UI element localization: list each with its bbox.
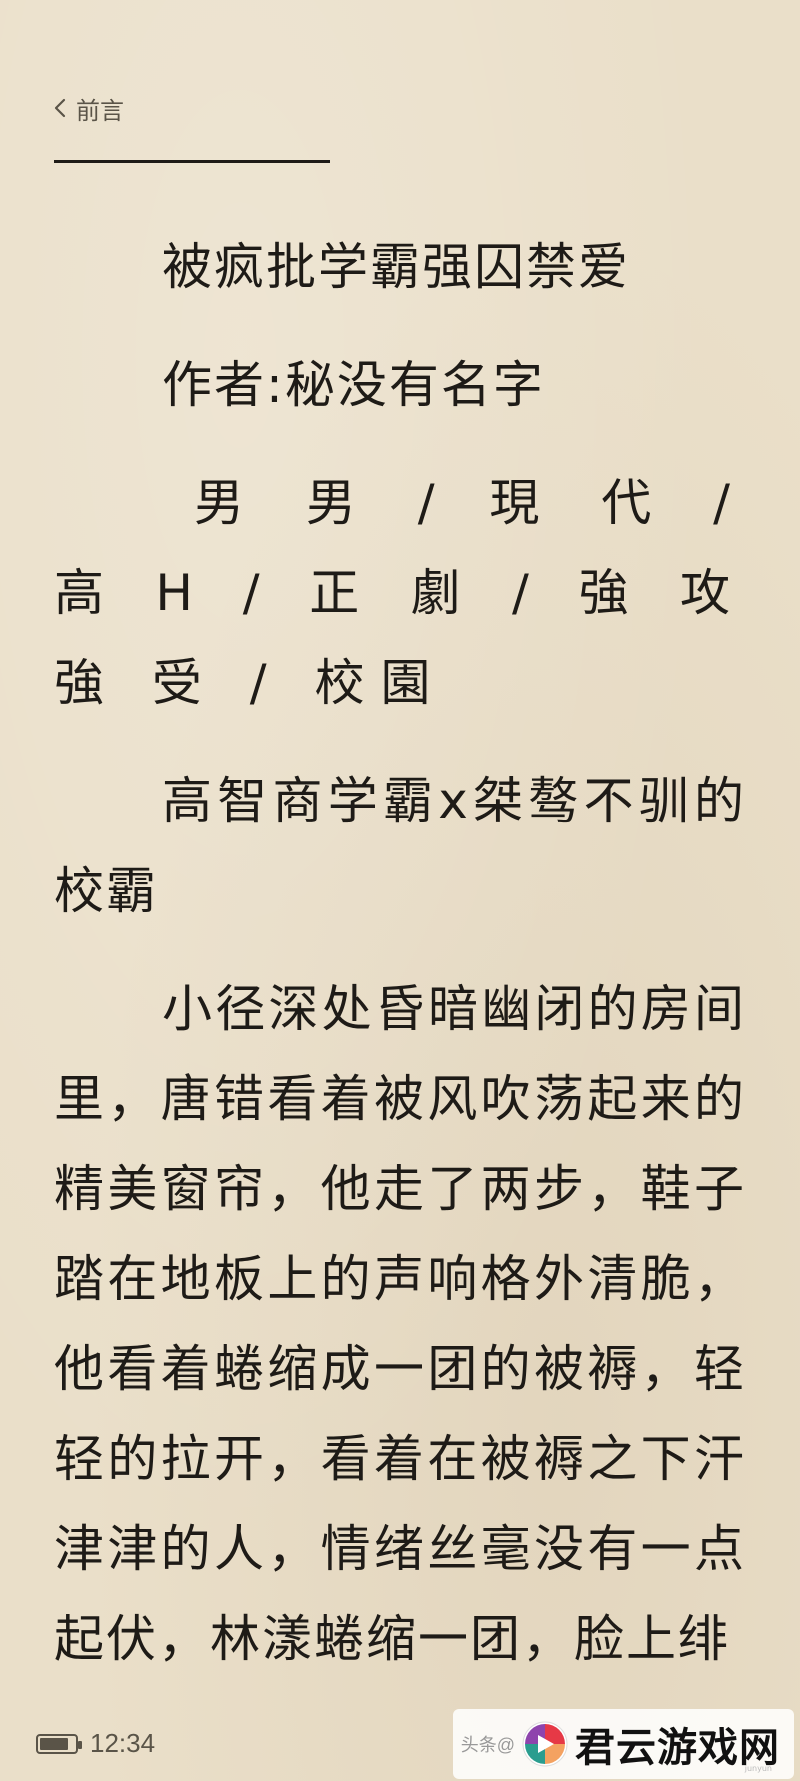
- book-tags: 男 男 / 現 代 / 高 H / 正 劇 / 強 攻 強 受 / 校園: [54, 474, 746, 712]
- watermark-prefix: 头条@: [460, 1735, 515, 1755]
- body-paragraph: 小径深处昏暗幽闭的房间里，唐错看着被风吹荡起来的精美窗帘，他走了两步，鞋子踏在地…: [54, 980, 746, 1668]
- book-summary: 高智商学霸x桀骜不驯的校霸: [54, 772, 746, 920]
- watermark: 头条@ 君云游戏网 junyun: [452, 1709, 794, 1779]
- brand-logo-icon: [522, 1721, 568, 1767]
- reading-content: 被疯批学霸强囚禁爱 作者:秘没有名字 男 男 / 現 代 / 高 H / 正 劇…: [54, 222, 746, 1684]
- battery-icon: [36, 1733, 82, 1754]
- watermark-sub: junyun: [744, 1764, 772, 1773]
- title-divider: [54, 160, 330, 163]
- back-button[interactable]: 前言: [50, 88, 124, 128]
- book-title: 被疯批学霸强囚禁爱: [162, 238, 630, 296]
- status-bar: 12:34: [36, 1728, 155, 1759]
- clock: 12:34: [90, 1728, 156, 1758]
- battery-level: [40, 1737, 69, 1750]
- book-author: 作者:秘没有名字: [162, 356, 545, 414]
- back-label: 前言: [76, 96, 124, 125]
- chevron-left-icon: [54, 98, 66, 118]
